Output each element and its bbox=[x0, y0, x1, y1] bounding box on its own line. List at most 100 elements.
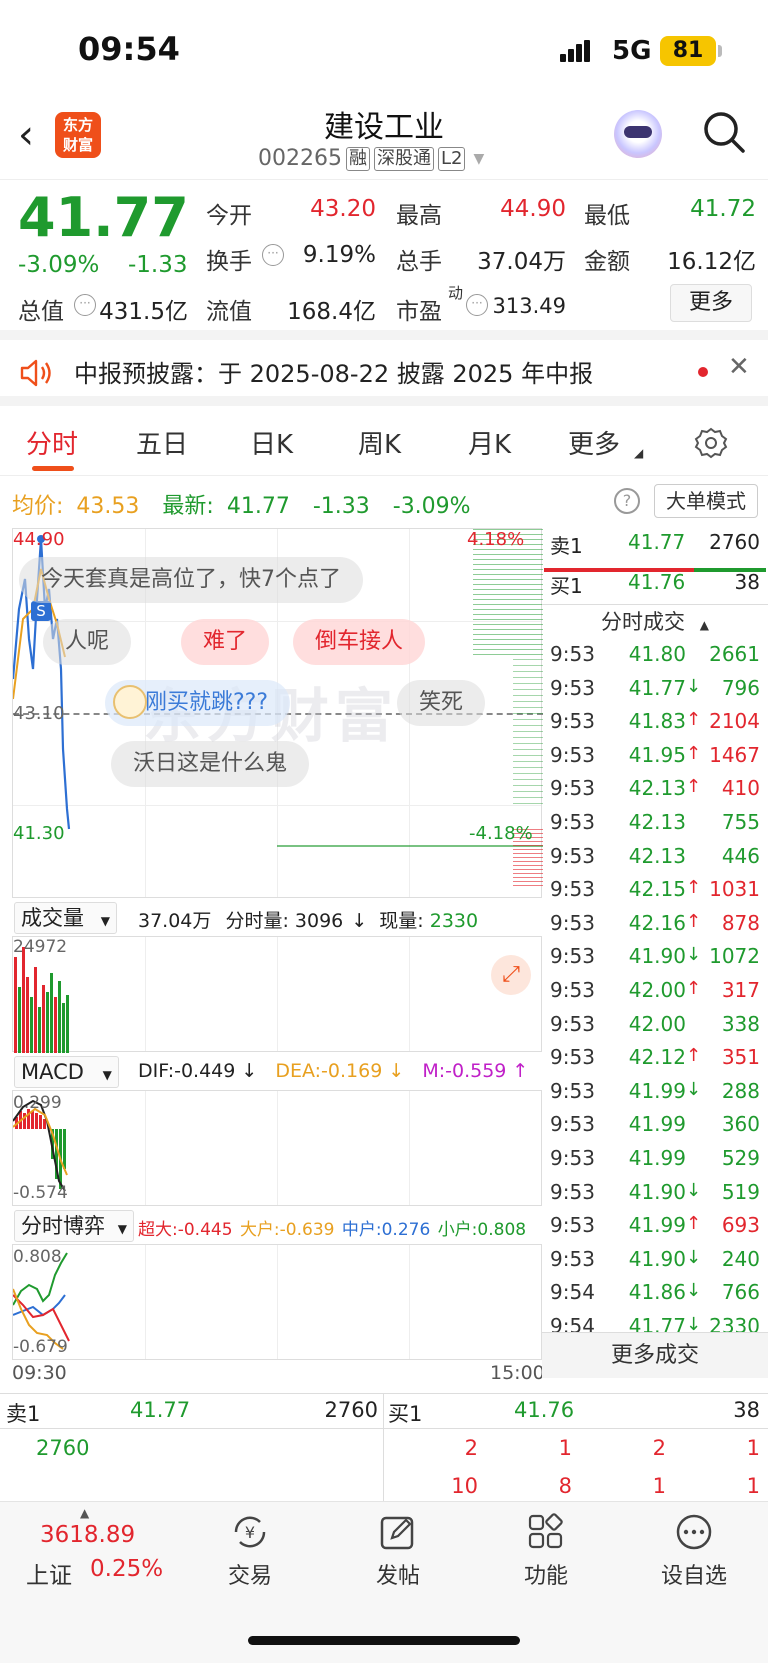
volume-indicator-select[interactable]: 成交量 ▼ bbox=[14, 902, 117, 934]
trade-row: 9:53 42.00 338 bbox=[542, 1012, 768, 1045]
trade-row: 9:53 41.77 ↓ 796 bbox=[542, 676, 768, 709]
queue-sell-price: 41.77 bbox=[130, 1398, 191, 1422]
app-header: ‹ 东方 财富 建设工业 002265 融 深股通 L2 ▼ bbox=[0, 96, 768, 180]
danmu-comment[interactable]: 倒车接人 bbox=[293, 619, 426, 665]
buy1-label: 买1 bbox=[550, 574, 583, 598]
trades-header[interactable]: 分时成交 ▲ bbox=[542, 604, 768, 638]
nav-add-watchlist[interactable]: 设自选 bbox=[634, 1512, 754, 1590]
trade-volume: 338 bbox=[721, 1011, 760, 1036]
big-order-mode-button[interactable]: 大单模式 bbox=[654, 484, 758, 518]
high-value: 44.90 bbox=[500, 196, 566, 222]
down-arrow-icon: ↓ bbox=[686, 1246, 702, 1268]
trade-volume: 446 bbox=[721, 843, 760, 868]
index-name[interactable]: 上证 bbox=[26, 1556, 72, 1590]
stock-code-row[interactable]: 002265 融 深股通 L2 ▼ bbox=[258, 146, 484, 171]
trade-price: 42.12 bbox=[628, 1045, 686, 1070]
trade-volume: 529 bbox=[721, 1146, 760, 1170]
up-arrow-icon: ↑ bbox=[686, 910, 702, 932]
queue-buy-volume: 38 bbox=[733, 1398, 760, 1422]
tab-intraday[interactable]: 分时 bbox=[26, 424, 78, 461]
notice-bar[interactable]: 中报预披露：于 2025-08-22 披露 2025 年中报 ✕ bbox=[0, 340, 768, 406]
trade-row: 9:53 41.90 ↓ 1072 bbox=[542, 944, 768, 977]
tab-daily-k[interactable]: 日K bbox=[250, 424, 293, 461]
macd-label: MACD bbox=[21, 1060, 84, 1084]
period-volume-label: 分时量: bbox=[225, 910, 289, 932]
up-arrow-icon: ↑ bbox=[686, 742, 702, 764]
expand-icon[interactable]: ⤢ bbox=[491, 955, 531, 995]
game-big: 大户:-0.639 bbox=[239, 1220, 335, 1240]
gear-icon[interactable] bbox=[694, 426, 728, 460]
game-chart[interactable]: 0.808 -0.679 bbox=[12, 1244, 542, 1360]
more-trades-button[interactable]: 更多成交 bbox=[542, 1332, 768, 1378]
start-time: 09:30 bbox=[12, 1362, 67, 1384]
open-value: 43.20 bbox=[310, 196, 376, 222]
trade-price: 42.13 bbox=[628, 843, 686, 868]
stock-code: 002265 bbox=[258, 146, 342, 171]
chart-mid-price: 43.10 bbox=[13, 703, 65, 724]
danmu-comment[interactable]: 笑死 bbox=[397, 680, 486, 726]
chart-top-pct: 4.18% bbox=[467, 529, 525, 550]
grid-line bbox=[409, 1245, 410, 1359]
buy1-row[interactable]: 买1 41.76 38 bbox=[542, 570, 768, 603]
trade-price: 42.13 bbox=[628, 810, 686, 834]
danmu-comment[interactable]: 今天套真是高位了，快7个点了 bbox=[19, 557, 363, 603]
pe-info-icon[interactable]: ··· bbox=[466, 294, 488, 316]
trade-volume: 1031 bbox=[709, 877, 760, 902]
chart-top-price: 44.90 bbox=[13, 529, 65, 550]
queue-buy-order: 2 bbox=[652, 1436, 666, 1460]
danmu-comment[interactable]: 难了 bbox=[181, 619, 270, 665]
queue-divider bbox=[383, 1394, 384, 1502]
danmu-comment[interactable]: 沃日这是什么鬼 bbox=[111, 741, 310, 787]
notice-text: 中报预披露：于 2025-08-22 披露 2025 年中报 bbox=[74, 360, 594, 388]
period-volume-value: 3096 bbox=[294, 910, 344, 932]
trade-time: 9:53 bbox=[550, 910, 595, 935]
game-indicator-select[interactable]: 分时博弈 ▼ bbox=[14, 1210, 134, 1242]
tab-monthly-k[interactable]: 月K bbox=[468, 424, 511, 461]
help-icon[interactable]: ? bbox=[614, 488, 640, 514]
chart-bottom-pct: -4.18% bbox=[469, 823, 533, 844]
mktcap-info-icon[interactable]: ··· bbox=[74, 294, 96, 316]
nav-function[interactable]: 功能 bbox=[486, 1512, 606, 1590]
macd-m: M:-0.559 bbox=[422, 1060, 507, 1082]
trade-row: 9:53 41.99 ↑ 693 bbox=[542, 1213, 768, 1246]
grid-line bbox=[277, 1245, 278, 1359]
macd-indicator-select[interactable]: MACD ▼ bbox=[14, 1056, 119, 1088]
trade-price: 41.77 bbox=[628, 675, 686, 700]
trade-volume: 2104 bbox=[709, 709, 760, 734]
index-value[interactable]: 3618.89 bbox=[40, 1522, 135, 1548]
sell1-volume: 2760 bbox=[709, 530, 760, 554]
grid-line bbox=[277, 1091, 278, 1205]
trade-price: 41.90 bbox=[628, 944, 686, 969]
tab-more[interactable]: 更多 bbox=[568, 424, 620, 461]
trade-row: 9:53 42.13 ↑ 410 bbox=[542, 776, 768, 809]
index-pct[interactable]: 0.25% bbox=[90, 1556, 163, 1582]
trade-row: 9:53 41.83 ↑ 2104 bbox=[542, 709, 768, 742]
nav-post[interactable]: 发帖 bbox=[338, 1512, 458, 1590]
trade-price: 41.99 bbox=[628, 1213, 686, 1238]
intraday-chart[interactable]: 东方财富 S 今天套真是高位了，快7个点了 人呢 难了 倒车接人 刚买就跳???… bbox=[12, 528, 543, 898]
up-arrow-icon: ↑ bbox=[686, 709, 702, 731]
ai-assistant-avatar[interactable] bbox=[614, 110, 662, 158]
macd-chart[interactable]: 0.299 -0.574 bbox=[12, 1090, 542, 1206]
trade-price: 41.90 bbox=[628, 1179, 686, 1204]
pe-label: 市盈 bbox=[396, 299, 442, 325]
sell-marker-icon[interactable]: S bbox=[31, 601, 51, 621]
sell1-row[interactable]: 卖1 41.77 2760 bbox=[542, 530, 768, 563]
danmu-comment[interactable]: 人呢 bbox=[43, 619, 132, 665]
up-arrow-icon: ↑ bbox=[686, 1045, 702, 1067]
float-label: 流值 bbox=[206, 299, 252, 325]
tab-weekly-k[interactable]: 周K bbox=[358, 424, 401, 461]
trade-time: 9:53 bbox=[550, 1112, 595, 1137]
trade-row: 9:53 42.13 446 bbox=[542, 844, 768, 877]
grid-line bbox=[145, 1245, 146, 1359]
volume-chart[interactable]: 24972 ⤢ bbox=[12, 936, 542, 1053]
tab-five-day[interactable]: 五日 bbox=[136, 424, 188, 461]
buy1-price: 41.76 bbox=[628, 570, 686, 594]
grid-line bbox=[409, 1091, 410, 1205]
close-icon[interactable]: ✕ bbox=[728, 352, 750, 382]
latest-label: 最新: bbox=[162, 494, 214, 519]
more-quote-button[interactable]: 更多 bbox=[670, 284, 752, 322]
search-icon[interactable] bbox=[702, 110, 746, 154]
tag-margin: 融 bbox=[345, 146, 370, 171]
nav-trade[interactable]: ¥ 交易 bbox=[190, 1512, 310, 1590]
